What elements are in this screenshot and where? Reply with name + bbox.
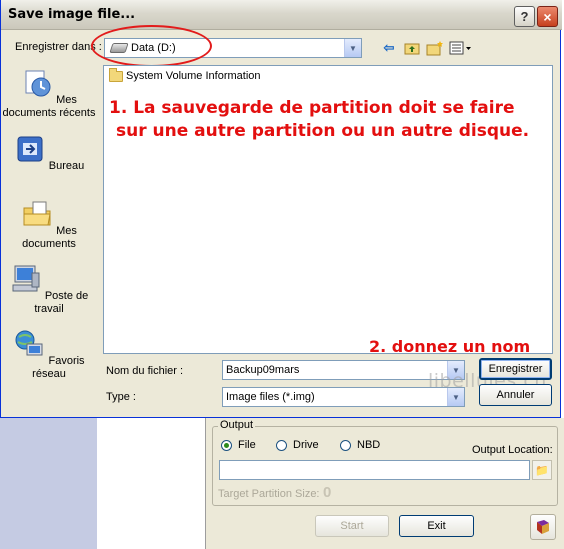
close-button[interactable]: ×	[537, 6, 558, 27]
annotation-note-2: 2. donnez un nom	[369, 337, 531, 356]
radio-label: File	[238, 439, 256, 451]
back-button[interactable]: ⇦	[379, 39, 399, 57]
radio-label: NBD	[357, 439, 381, 451]
radio-drive[interactable]: Drive	[276, 439, 319, 451]
my-documents-icon	[23, 201, 51, 226]
network-places-icon	[15, 330, 43, 356]
my-computer-icon	[12, 265, 40, 292]
save-image-dialog: Save image file... ? × Enregistrer dans …	[0, 0, 562, 418]
target-partition-size-label: Target Partition Size:	[218, 488, 320, 500]
place-my-computer[interactable]: Poste de travail	[1, 263, 97, 316]
annotation-note-1: 1. La sauvegarde de partition doit se fa…	[109, 97, 529, 143]
cancel-button[interactable]: Annuler	[479, 384, 552, 406]
view-menu-icon	[449, 41, 471, 55]
help-book-button[interactable]	[530, 514, 556, 540]
radio-indicator	[221, 439, 232, 451]
save-button[interactable]: Enregistrer	[479, 358, 552, 380]
radio-nbd[interactable]: NBD	[340, 439, 380, 451]
back-arrow-icon: ⇦	[383, 40, 395, 55]
close-icon: ×	[543, 8, 552, 25]
place-desktop[interactable]: Bureau	[1, 133, 97, 173]
filename-value: Backup09mars	[226, 364, 300, 376]
file-name: System Volume Information	[126, 70, 261, 82]
radio-indicator	[276, 439, 287, 451]
dialog-titlebar[interactable]: Save image file... ? ×	[1, 0, 562, 30]
dialog-title: Save image file...	[8, 7, 136, 22]
help-icon: ?	[520, 9, 529, 24]
up-folder-icon	[404, 43, 420, 55]
chevron-down-icon[interactable]: ▼	[344, 39, 361, 57]
place-my-documents[interactable]: Mes documents	[1, 198, 97, 251]
annotation-circle	[91, 25, 212, 67]
up-folder-button[interactable]	[402, 39, 422, 57]
folder-icon	[109, 67, 123, 82]
recent-documents-icon	[25, 70, 51, 97]
new-folder-icon	[426, 41, 443, 56]
browse-folder-button[interactable]: 📁	[532, 460, 552, 480]
book-icon	[537, 520, 549, 534]
file-list-item[interactable]: System Volume Information	[109, 67, 261, 82]
exit-button[interactable]: Exit	[399, 515, 474, 537]
filename-label: Nom du fichier :	[106, 365, 184, 377]
start-button[interactable]: Start	[315, 515, 389, 537]
view-menu-button[interactable]	[448, 39, 474, 57]
background-sidebar	[0, 418, 97, 549]
radio-file[interactable]: File	[221, 439, 256, 451]
radio-indicator	[340, 439, 351, 451]
output-legend: Output	[218, 419, 256, 431]
target-partition-size-value: 0	[323, 484, 332, 501]
place-label: Poste de travail	[34, 290, 89, 315]
place-network[interactable]: Favoris réseau	[1, 328, 97, 381]
annotation-note-1-line-2: sur une autre partition ou un autre disq…	[116, 121, 530, 141]
radio-label: Drive	[293, 439, 319, 451]
output-location-input[interactable]	[219, 460, 530, 480]
new-folder-button[interactable]	[425, 39, 445, 57]
output-location-label: Output Location:	[472, 444, 553, 456]
place-recent-documents[interactable]: Mes documents récents	[1, 67, 97, 120]
help-button[interactable]: ?	[514, 6, 535, 27]
file-type-label: Type :	[106, 391, 136, 403]
file-type-value: Image files (*.img)	[226, 391, 315, 403]
desktop-icon	[17, 136, 43, 162]
folder-open-icon: 📁	[535, 464, 549, 477]
save-in-label: Enregistrer dans :	[15, 41, 102, 53]
annotation-note-1-line-1: 1. La sauvegarde de partition doit se fa…	[109, 98, 515, 118]
place-label: Bureau	[48, 160, 85, 172]
